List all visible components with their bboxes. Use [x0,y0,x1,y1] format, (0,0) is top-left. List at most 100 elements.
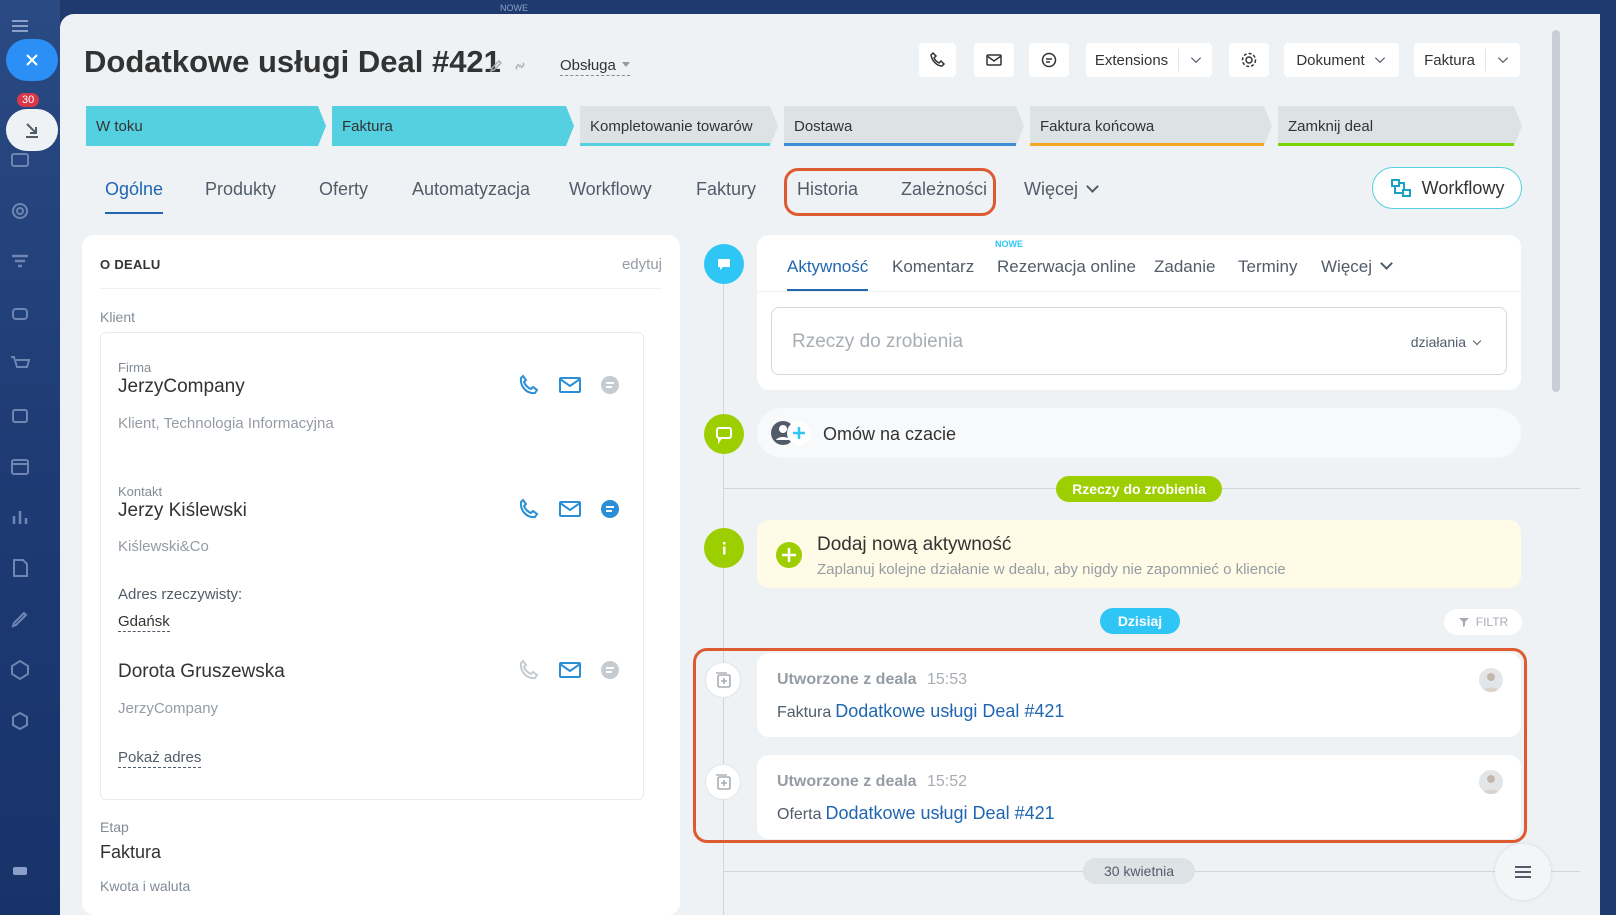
tab-wiecej[interactable]: Więcej [1024,179,1097,200]
card-icon[interactable] [8,148,32,172]
gear-icon [1241,52,1257,68]
chat-label: Omów na czacie [823,424,957,444]
minimize-button[interactable] [6,109,58,151]
tab-automatyzacja[interactable]: Automatyzacja [412,179,530,200]
chevron-down-icon [1497,57,1509,64]
tab-rezerwacja[interactable]: Rezerwacja online [997,257,1136,277]
workflow-icon [1390,179,1411,197]
document-dropdown[interactable]: Dokument [1284,43,1399,77]
scrollbar[interactable] [1552,30,1560,392]
settings-button[interactable] [1229,43,1269,77]
call-button[interactable] [919,43,956,77]
contact-name[interactable]: Jerzy Kiślewski [118,500,247,522]
show-address-link[interactable]: Pokaż adres [118,749,202,768]
mail-icon[interactable] [558,497,582,521]
contact2-name[interactable]: Dorota Gruszewska [118,661,285,683]
chat-discuss-button[interactable]: Omów na czacie [757,408,1521,458]
minimize-icon [26,123,38,138]
top-strip: NOWE [60,0,1616,14]
extensions-label: Extensions [1094,51,1169,69]
mail-icon[interactable] [558,373,582,397]
list-icon [1515,866,1531,878]
chat-button[interactable] [1029,43,1069,77]
filter-icon [1458,618,1469,627]
stage-label: Kompletowanie towarów [590,117,753,135]
chat-icon[interactable] [598,373,622,397]
chat-icon[interactable] [598,497,622,521]
new-activity-subtitle: Zaplanuj kolejne działanie w dealu, aby … [817,561,1286,578]
filter-button[interactable]: FILTR [1444,609,1522,635]
address-value[interactable]: Gdańsk [118,613,170,632]
actions-dropdown[interactable]: działania [1411,334,1480,350]
today-pill: Dzisiaj [1100,608,1180,634]
target-icon[interactable] [8,199,32,223]
amount-label: Kwota i waluta [100,878,191,894]
close-icon [26,54,38,66]
highlight-frame-history [693,648,1527,843]
analytics-icon[interactable] [8,505,32,529]
tab-faktury[interactable]: Faktury [696,179,756,200]
tab-zadanie[interactable]: Zadanie [1154,257,1215,277]
workflow-button[interactable]: Workflowy [1372,167,1522,209]
info-dot [704,528,744,568]
stage-kompletowanie[interactable]: Kompletowanie towarów [580,106,778,146]
pencil-icon[interactable] [488,58,504,74]
add-icon [776,542,802,568]
stage-w-toku[interactable]: W toku [86,106,326,146]
stage-faktura[interactable]: Faktura [332,106,574,146]
document-icon[interactable] [8,556,32,580]
todo-pill: Rzeczy do zrobienia [1056,476,1222,502]
invoice-dropdown[interactable]: Faktura [1414,43,1520,77]
tab-oferty[interactable]: Oferty [319,179,368,200]
mail-icon[interactable] [558,658,582,682]
document-label: Dokument [1296,51,1365,69]
funnel-icon[interactable] [8,250,32,274]
nowe-badge: NOWE [995,239,1023,249]
phone-icon[interactable] [517,373,541,397]
hamburger-icon[interactable] [8,14,32,38]
new-activity-title: Dodaj nową aktywność [817,534,1012,555]
client-box: Firma JerzyCompany Klient, Technologia I… [100,332,644,800]
tab-workflowy[interactable]: Workflowy [569,179,652,200]
stage-label: Faktura końcowa [1040,117,1155,135]
chevron-down-icon [1374,57,1385,64]
tab-terminy[interactable]: Terminy [1238,257,1298,277]
info-icon [723,542,726,555]
extensions-dropdown[interactable]: Extensions [1086,43,1212,77]
tab-activity-more[interactable]: Więcej [1321,257,1391,277]
stage-bar: W toku Faktura Kompletowanie towarów Dos… [86,106,1586,146]
stage-label: Dostawa [794,117,853,135]
stage-faktura-koncowa[interactable]: Faktura końcowa [1030,106,1272,146]
phone-icon[interactable] [517,658,541,682]
email-button[interactable] [974,43,1014,77]
printer-icon[interactable] [8,858,32,882]
category-selector[interactable]: Obsługa [560,57,630,76]
menu-button[interactable] [1495,844,1551,900]
edit-link[interactable]: edytuj [622,256,662,273]
stage-label: Etap [100,819,129,835]
stage-dostawa[interactable]: Dostawa [784,106,1024,146]
tab-produkty[interactable]: Produkty [205,179,276,200]
cart-icon[interactable] [8,352,32,376]
pen-icon[interactable] [8,607,32,631]
calendar-icon[interactable] [8,454,32,478]
new-activity-card[interactable]: Dodaj nową aktywność Zaplanuj kolejne dz… [757,520,1521,588]
company-name[interactable]: JerzyCompany [118,376,245,398]
link-icon[interactable] [512,58,528,74]
todo-input[interactable]: Rzeczy do zrobienia działania [771,307,1507,375]
stage-zamknij-deal[interactable]: Zamknij deal [1278,106,1522,146]
client-label: Klient [100,309,136,325]
todo-placeholder: Rzeczy do zrobienia [792,331,964,352]
tab-aktywnosc[interactable]: Aktywność [787,257,869,291]
stage-label: Faktura [342,117,393,135]
phone-icon[interactable] [517,497,541,521]
store-icon[interactable] [8,403,32,427]
chat-dot [704,414,744,454]
close-button[interactable] [6,39,58,81]
tab-ogolne[interactable]: Ogólne [105,179,164,214]
tab-komentarz[interactable]: Komentarz [892,257,974,277]
hexagon-icon[interactable] [8,658,32,682]
cube-icon[interactable] [8,709,32,733]
robot-icon[interactable] [8,301,32,325]
chat-icon[interactable] [598,658,622,682]
